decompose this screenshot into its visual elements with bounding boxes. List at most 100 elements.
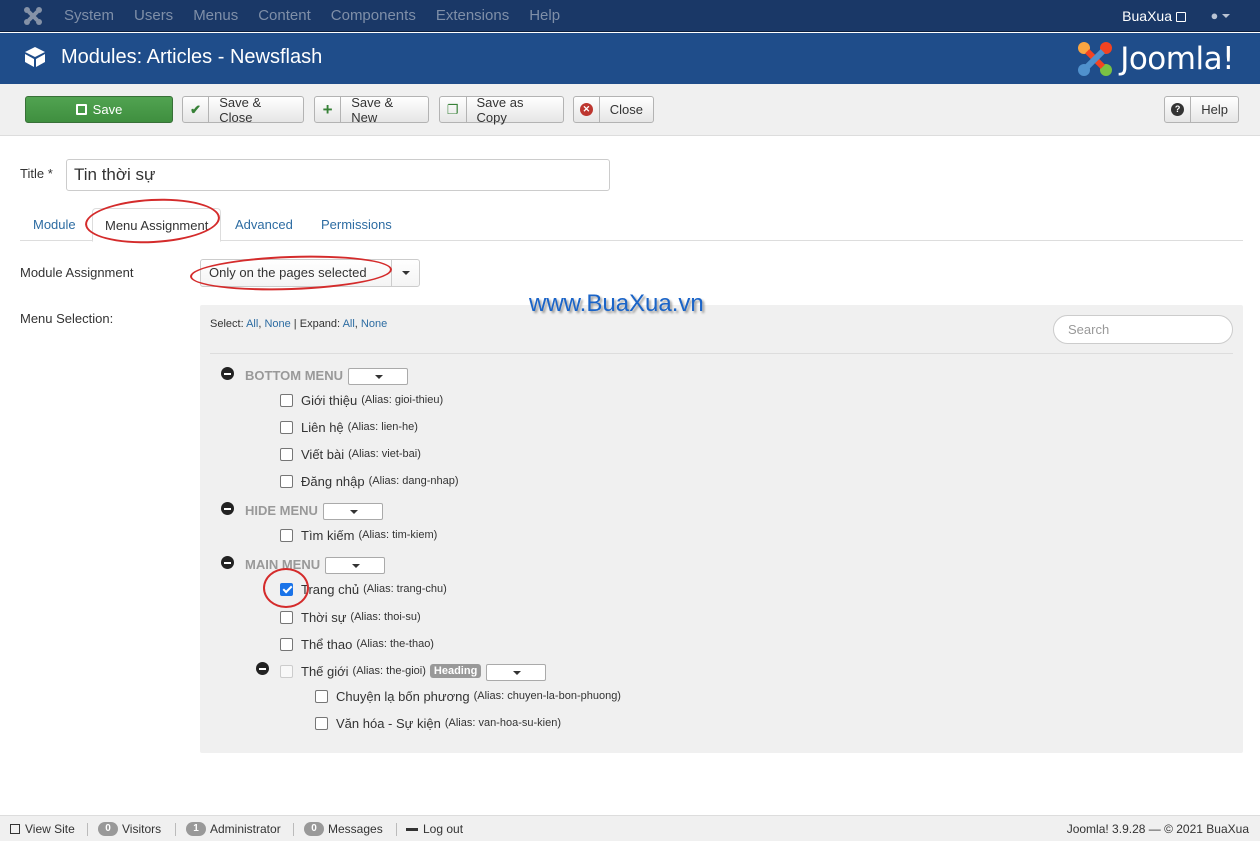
checkbox[interactable] <box>280 637 293 651</box>
save-close-label: Save & Close <box>219 94 262 125</box>
module-assignment-select[interactable]: Only on the pages selected <box>200 259 420 287</box>
save-new-button[interactable]: + Save & New <box>314 95 429 125</box>
group-dropdown[interactable] <box>325 557 385 574</box>
menu-item[interactable]: Chuyện lạ bốn phương (Alias: chuyen-la-bo… <box>315 687 621 705</box>
status-bar: View Site 0 Visitors 1 Administrator 0 Mess… <box>0 815 1260 841</box>
group-dropdown[interactable] <box>323 503 383 520</box>
search-input[interactable]: Search <box>1053 315 1233 344</box>
menu-item[interactable]: Giới thiệu (Alias: gioi-thieu) <box>280 391 443 409</box>
save-button[interactable]: Save <box>25 96 173 123</box>
checkbox[interactable] <box>280 393 293 407</box>
copy-icon: ❐ <box>440 97 467 122</box>
menu-users[interactable]: Users <box>134 0 173 32</box>
item-alias: (Alias: dang-nhap) <box>368 475 459 487</box>
external-link-icon <box>10 824 20 834</box>
close-label: Close <box>609 102 643 117</box>
item-label: Đăng nhập <box>301 473 365 489</box>
collapse-icon[interactable] <box>221 367 234 380</box>
admin-link[interactable]: 1 Administrator <box>186 816 281 842</box>
checkbox[interactable] <box>280 610 293 624</box>
menu-item[interactable]: Văn hóa - Sự kiện (Alias: van-hoa-su-kien… <box>315 714 561 732</box>
module-assignment-label: Module Assignment <box>20 265 134 280</box>
divider <box>396 823 397 836</box>
collapse-icon[interactable] <box>256 662 269 675</box>
menu-item[interactable]: Thế giới (Alias: the-gioi) Heading <box>280 662 482 680</box>
close-button[interactable]: ✕ Close <box>573 96 654 123</box>
checkbox-checked[interactable] <box>280 582 293 596</box>
visitors-count-badge: 0 <box>98 822 118 836</box>
page-header: Modules: Articles - Newsflash Joomla! <box>0 33 1260 84</box>
help-button[interactable]: ? Help <box>1164 96 1239 123</box>
view-site-link[interactable]: View Site <box>10 816 75 842</box>
collapse-icon[interactable] <box>221 556 234 569</box>
item-label: Trang chủ <box>301 581 360 597</box>
title-label: Title * <box>20 166 53 181</box>
checkbox[interactable] <box>280 447 293 461</box>
checkbox[interactable] <box>280 474 293 488</box>
save-label: Save <box>92 102 123 117</box>
expand-none-link[interactable]: None <box>361 318 387 330</box>
item-dropdown[interactable] <box>486 664 546 681</box>
item-alias: (Alias: tim-kiem) <box>358 529 438 541</box>
menu-components[interactable]: Components <box>331 0 416 32</box>
version-text: Joomla! 3.9.28 — © 2021 BuaXua <box>1066 822 1249 836</box>
tab-module[interactable]: Module <box>33 208 76 241</box>
checkbox[interactable] <box>315 716 328 730</box>
item-alias: (Alias: thoi-su) <box>350 611 421 623</box>
expand-all-link[interactable]: All <box>343 318 355 330</box>
chevron-down-icon <box>513 671 521 675</box>
visitors-link[interactable]: 0 Visitors <box>98 816 161 842</box>
logout-label: Log out <box>423 822 464 836</box>
checkbox[interactable] <box>280 528 293 542</box>
toolbar: Save ✔ Save & Close + Save & New ❐ Save … <box>0 84 1260 136</box>
group-bottom-menu: BOTTOM MENU <box>245 368 343 383</box>
joomla-logo-icon[interactable] <box>22 5 44 27</box>
menu-item[interactable]: Thể thao (Alias: the-thao) <box>280 635 434 653</box>
menu-item[interactable]: Liên hệ (Alias: lien-he) <box>280 418 418 436</box>
menu-item[interactable]: Đăng nhập (Alias: dang-nhap) <box>280 472 459 490</box>
menu-content[interactable]: Content <box>258 0 311 32</box>
menu-item[interactable]: Tìm kiếm (Alias: tim-kiem) <box>280 526 437 544</box>
save-close-button[interactable]: ✔ Save & Close <box>182 94 304 125</box>
item-label: Viết bài <box>301 446 345 462</box>
tab-permissions[interactable]: Permissions <box>321 208 392 241</box>
messages-link[interactable]: 0 Messages <box>304 816 383 842</box>
checkbox[interactable] <box>280 420 293 434</box>
item-alias: (Alias: chuyen-la-bon-phuong) <box>473 690 621 702</box>
menu-extensions[interactable]: Extensions <box>436 0 509 32</box>
item-label: Thời sự <box>301 609 347 625</box>
menu-help[interactable]: Help <box>529 0 560 32</box>
cancel-icon: ✕ <box>574 97 600 122</box>
menu-item[interactable]: Thời sự (Alias: thoi-su) <box>280 608 421 626</box>
item-alias: (Alias: the-thao) <box>356 638 434 650</box>
group-dropdown[interactable] <box>348 368 408 385</box>
visitors-label: Visitors <box>122 822 162 836</box>
select-label: Select: <box>210 318 244 330</box>
tab-menu-assignment[interactable]: Menu Assignment <box>92 208 222 242</box>
chevron-down-icon <box>402 271 410 275</box>
save-copy-label: Save as Copy <box>476 94 524 125</box>
menu-selection-label: Menu Selection: <box>20 311 114 326</box>
tab-advanced[interactable]: Advanced <box>235 208 293 241</box>
collapse-icon[interactable] <box>221 502 234 515</box>
title-input[interactable]: Tin thời sự <box>66 159 610 191</box>
select-none-link[interactable]: None <box>264 318 290 330</box>
site-link[interactable]: BuaXua <box>1122 0 1186 32</box>
menu-menus[interactable]: Menus <box>193 0 238 32</box>
user-menu[interactable]: ● <box>1211 0 1230 32</box>
menu-item[interactable]: Trang chủ (Alias: trang-chu) <box>280 580 447 598</box>
divider <box>293 823 294 836</box>
item-label: Văn hóa - Sự kiện <box>336 715 441 731</box>
menu-system[interactable]: System <box>64 0 114 32</box>
minus-icon <box>406 827 418 831</box>
item-label: Thể thao <box>301 636 353 652</box>
chevron-down-icon <box>350 510 358 514</box>
save-copy-button[interactable]: ❐ Save as Copy <box>439 94 564 125</box>
item-label: Giới thiệu <box>301 392 358 408</box>
select-arrow <box>391 260 419 286</box>
logout-link[interactable]: Log out <box>406 816 463 842</box>
checkbox[interactable] <box>315 689 328 703</box>
view-site-label: View Site <box>25 822 75 836</box>
menu-item[interactable]: Viết bài (Alias: viet-bai) <box>280 445 421 463</box>
select-all-link[interactable]: All <box>246 318 258 330</box>
